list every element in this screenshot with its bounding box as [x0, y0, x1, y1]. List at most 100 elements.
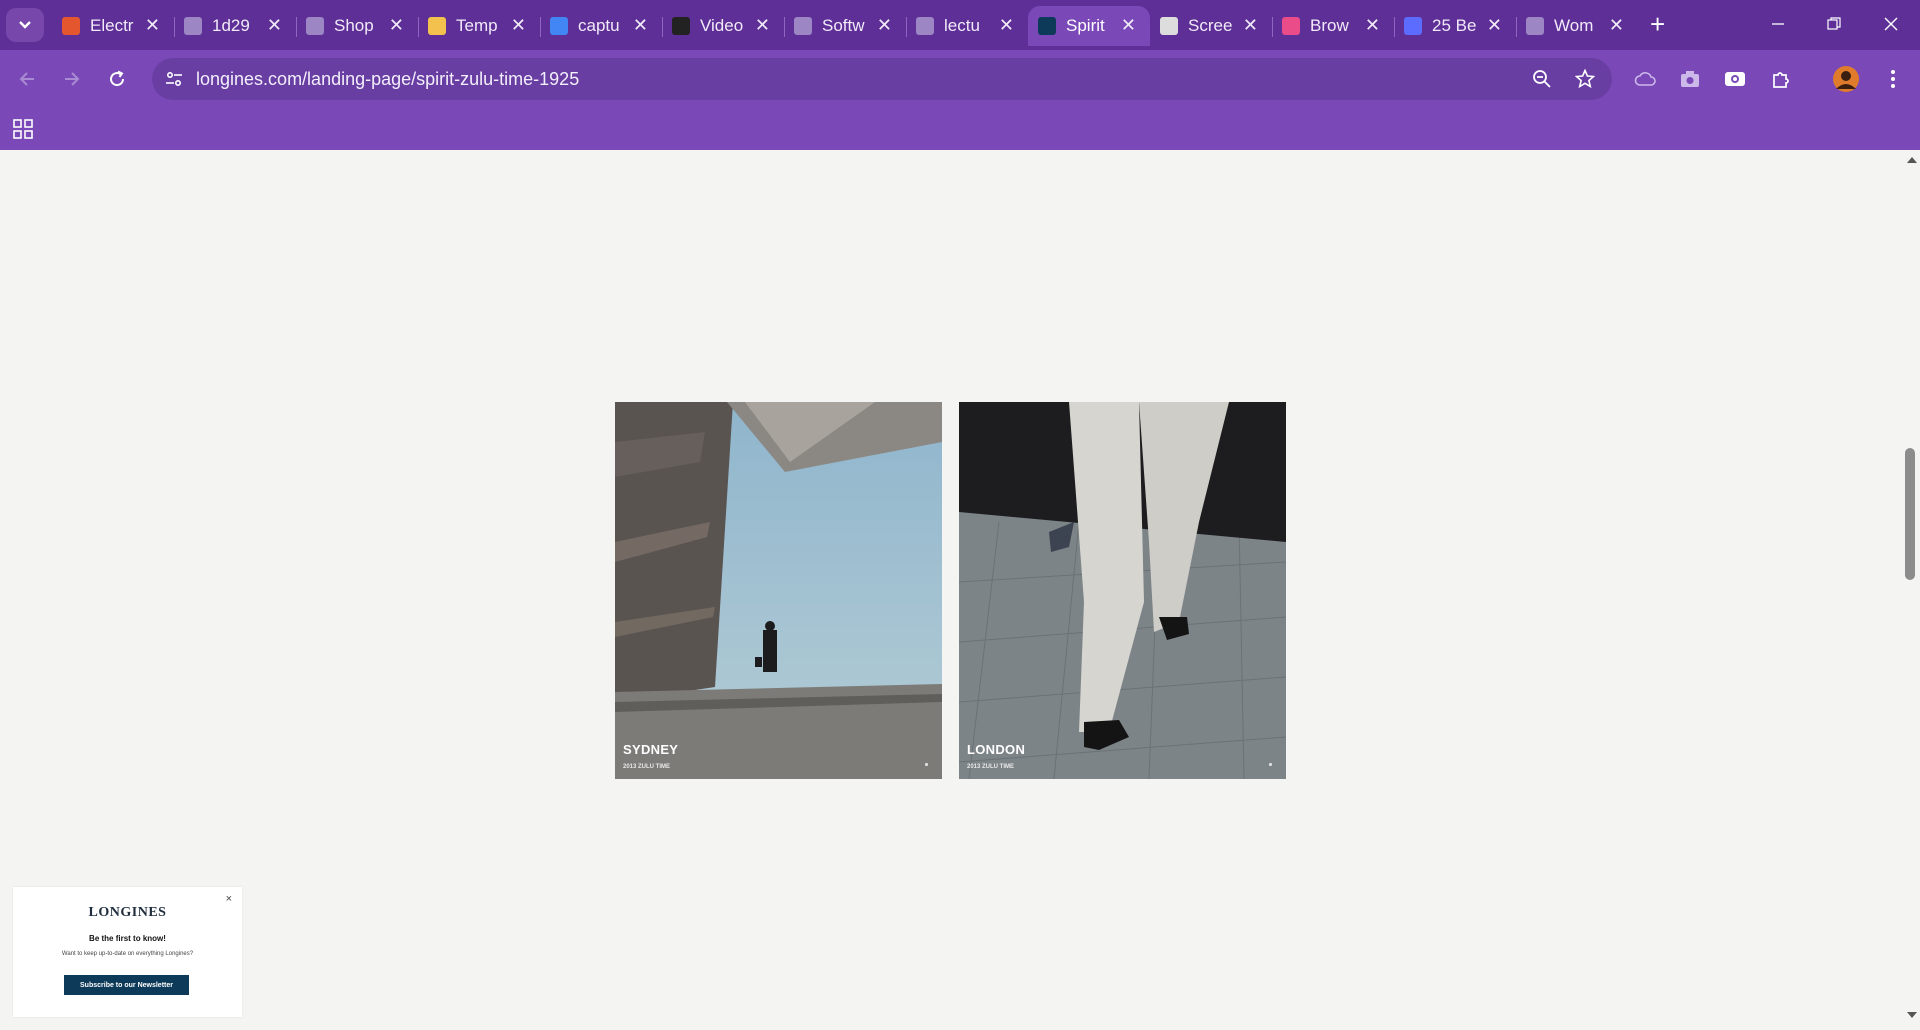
tab-close-icon[interactable]: ✕ — [389, 15, 404, 36]
camera-icon — [1160, 17, 1178, 35]
browser-tab[interactable]: Shop ✕ — [296, 6, 418, 46]
tab-close-icon[interactable]: ✕ — [511, 15, 526, 36]
minimize-icon — [1772, 23, 1784, 25]
reload-icon — [110, 70, 125, 87]
browser-menu-icon[interactable] — [1876, 62, 1910, 96]
tab-title: captu — [578, 16, 620, 35]
longines-logo: LONGINES — [88, 905, 167, 920]
browser-tab[interactable]: Video ✕ — [662, 6, 784, 46]
longines-icon — [1038, 17, 1056, 35]
tab-title: 25 Be — [1432, 16, 1477, 35]
film-icon — [672, 17, 690, 35]
scroll-up-arrow-icon[interactable] — [1904, 156, 1920, 168]
browser-tab[interactable]: lectu ✕ — [906, 6, 1028, 46]
browser-tab[interactable]: 1d29 ✕ — [174, 6, 296, 46]
chevron-down-icon — [19, 21, 31, 29]
screen-capture-extension-icon[interactable] — [1718, 62, 1752, 96]
london-photo — [959, 402, 1286, 779]
restore-button[interactable] — [1814, 6, 1854, 42]
globe-icon — [916, 17, 934, 35]
tab-close-icon[interactable]: ✕ — [1243, 15, 1258, 36]
new-tab-button[interactable]: + — [1650, 8, 1665, 40]
site-info-icon[interactable] — [162, 67, 186, 91]
close-window-button[interactable] — [1871, 6, 1911, 42]
browser-toolbar: longines.com/landing-page/spirit-zulu-ti… — [0, 50, 1920, 108]
reload-button[interactable] — [100, 62, 134, 96]
sydney-photo — [615, 402, 942, 779]
forward-button[interactable] — [55, 62, 89, 96]
subscribe-newsletter-button[interactable]: Subscribe to our Newsletter — [64, 975, 189, 995]
card-subtitle: 2013 ZULU TIME — [967, 764, 1015, 770]
tab-close-icon[interactable]: ✕ — [1609, 15, 1624, 36]
tab-close-icon[interactable]: ✕ — [633, 15, 648, 36]
restore-icon — [1827, 17, 1841, 30]
city-card-london[interactable]: LONDON 2013 ZULU TIME — [959, 402, 1286, 779]
popup-title: Be the first to know! — [89, 934, 166, 943]
popup-description: Want to keep up-to-date on everything Lo… — [61, 951, 194, 957]
extensions-puzzle-icon[interactable] — [1764, 62, 1798, 96]
arrow-right-icon — [65, 72, 80, 86]
tab-title: Brow — [1310, 16, 1349, 35]
camera-extension-icon[interactable] — [1673, 62, 1707, 96]
tab-title: Softw — [822, 16, 865, 35]
tab-close-icon[interactable]: ✕ — [267, 15, 282, 36]
h-logo-icon — [1404, 17, 1422, 35]
envelope-icon — [428, 17, 446, 35]
tab-close-icon[interactable]: ✕ — [999, 15, 1014, 36]
newsletter-popup: LONGINES × Be the first to know! Want to… — [13, 887, 242, 1017]
browser-tab[interactable]: Electr ✕ — [52, 6, 174, 46]
profile-avatar[interactable] — [1829, 62, 1863, 96]
browser-tab[interactable]: Temp ✕ — [418, 6, 540, 46]
tab-close-icon[interactable]: ✕ — [877, 15, 892, 36]
browser-tab[interactable]: Spirit ✕ — [1028, 6, 1150, 46]
city-card-sydney[interactable]: SYDNEY 2013 ZULU TIME — [615, 402, 942, 779]
back-button[interactable] — [10, 62, 44, 96]
dash-icon — [1526, 17, 1544, 35]
page-scrollbar[interactable] — [1904, 150, 1920, 1030]
popup-close-button[interactable]: × — [226, 893, 232, 905]
browser-tab[interactable]: Softw ✕ — [784, 6, 906, 46]
browser-tab[interactable]: Scree ✕ — [1150, 6, 1272, 46]
cloud-extension-icon[interactable] — [1628, 62, 1662, 96]
tab-close-icon[interactable]: ✕ — [1121, 15, 1136, 36]
tab-close-icon[interactable]: ✕ — [1487, 15, 1502, 36]
card-city-label: LONDON — [967, 742, 1026, 757]
tab-close-icon[interactable]: ✕ — [145, 15, 160, 36]
bookmark-star-icon[interactable] — [1573, 67, 1597, 91]
card-indicator — [1269, 763, 1272, 766]
minimize-button[interactable] — [1758, 6, 1798, 42]
card-subtitle: 2013 ZULU TIME — [623, 764, 671, 770]
tab-title: Shop — [334, 16, 374, 35]
address-bar[interactable]: longines.com/landing-page/spirit-zulu-ti… — [152, 58, 1612, 100]
tab-list: Electr ✕ 1d29 ✕ Shop ✕ Temp ✕ captu ✕ Video ✕ Softw ✕… — [52, 6, 1638, 46]
scrollbar-thumb[interactable] — [1905, 448, 1915, 580]
browser-tab[interactable]: Wom ✕ — [1516, 6, 1638, 46]
dash-icon — [306, 17, 324, 35]
tab-title: Spirit — [1066, 16, 1105, 35]
tab-title: Wom — [1554, 16, 1594, 35]
orange-logo-icon — [62, 17, 80, 35]
tab-title: 1d29 — [212, 16, 250, 35]
tab-search-button[interactable] — [6, 8, 44, 42]
browser-tab[interactable]: 25 Be ✕ — [1394, 6, 1516, 46]
bookmarks-bar — [0, 108, 1920, 150]
tab-title: Scree — [1188, 16, 1233, 35]
tab-title: Video — [700, 16, 744, 35]
scroll-down-arrow-icon[interactable] — [1904, 1011, 1920, 1023]
card-indicator — [925, 763, 928, 766]
google-icon — [550, 17, 568, 35]
close-icon — [1884, 17, 1898, 31]
tab-close-icon[interactable]: ✕ — [755, 15, 770, 36]
browser-tab[interactable]: captu ✕ — [540, 6, 662, 46]
url-text: longines.com/landing-page/spirit-zulu-ti… — [196, 69, 580, 89]
dribbble-icon — [1282, 17, 1300, 35]
tab-strip: Electr ✕ 1d29 ✕ Shop ✕ Temp ✕ captu ✕ Video ✕ Softw ✕… — [0, 0, 1920, 50]
tab-title: lectu — [944, 16, 980, 35]
apps-grid-icon[interactable] — [12, 118, 34, 145]
tab-title: Electr — [90, 16, 134, 35]
tab-close-icon[interactable]: ✕ — [1365, 15, 1380, 36]
arrow-left-icon — [19, 72, 34, 86]
zoom-icon[interactable] — [1530, 67, 1554, 91]
globe-icon — [794, 17, 812, 35]
browser-tab[interactable]: Brow ✕ — [1272, 6, 1394, 46]
